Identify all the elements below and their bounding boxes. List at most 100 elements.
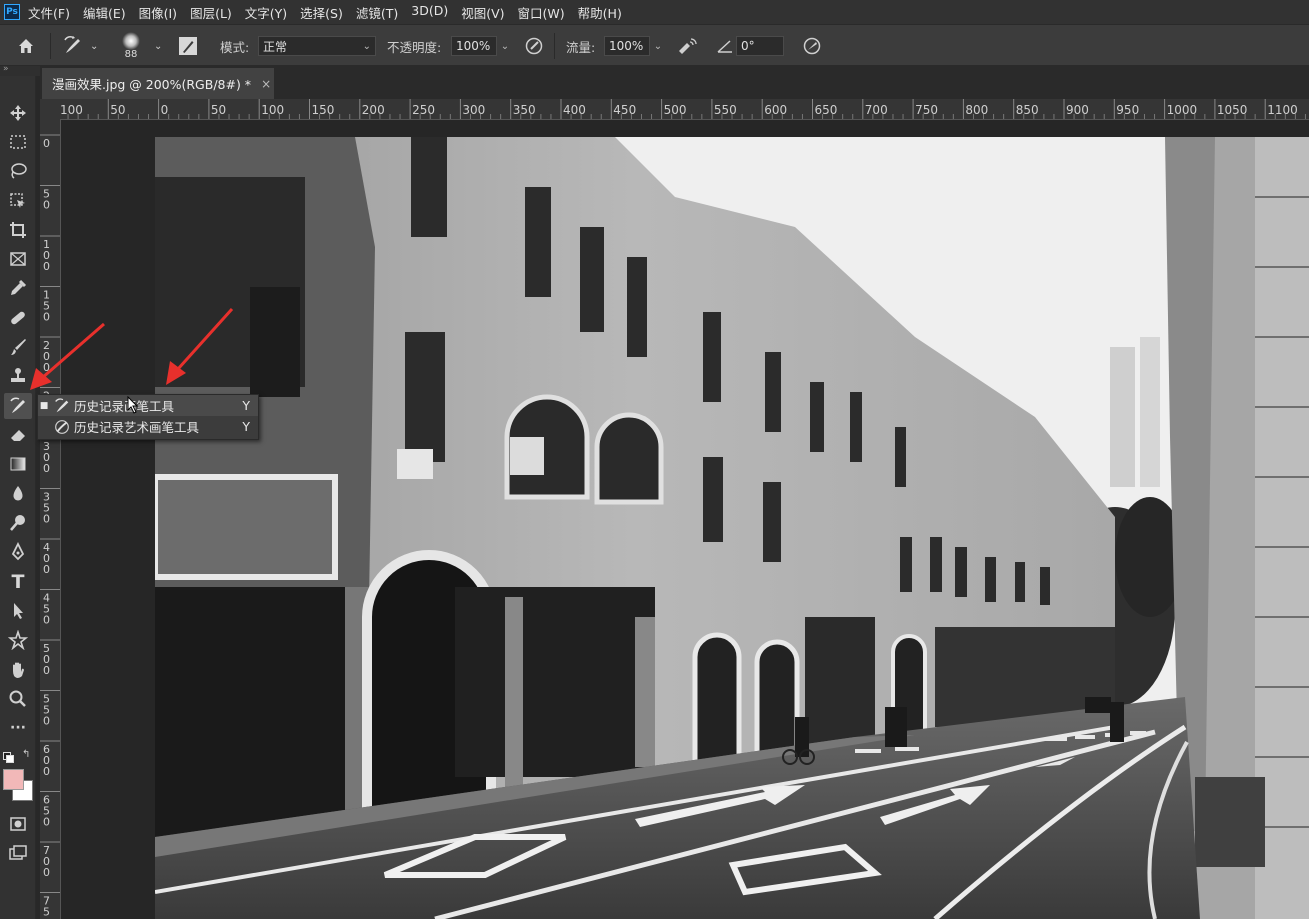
- opacity-label: 不透明度:: [387, 39, 442, 55]
- ruler-label: 800: [965, 103, 988, 117]
- zoom-tool[interactable]: [4, 686, 32, 712]
- ruler-label: 600: [764, 103, 787, 117]
- default-colors-icon[interactable]: [3, 752, 14, 763]
- ruler-label: 750: [915, 103, 938, 117]
- zoom-icon: [9, 690, 26, 707]
- close-icon[interactable]: ×: [261, 77, 271, 91]
- menu-item-9[interactable]: 窗口(W): [518, 3, 565, 22]
- menu-item-6[interactable]: 滤镜(T): [356, 3, 398, 22]
- ruler-vertical: 0501001502002503003504004505005506006507…: [40, 119, 61, 919]
- type-icon: T: [11, 571, 25, 593]
- object-select-icon: [10, 193, 25, 208]
- ruler-label: 50: [110, 103, 125, 117]
- art-history-brush-icon: [55, 419, 69, 434]
- ruler-label: 1050: [1217, 103, 1248, 117]
- move-tool[interactable]: [4, 100, 32, 126]
- airbrush-button[interactable]: [677, 25, 699, 67]
- annotation-arrow-right: [166, 307, 234, 385]
- ruler-horizontal: 100 50 0 50 100 150 200 250 300 350 400 450 500 550 60…: [40, 99, 1309, 120]
- menu-item-8[interactable]: 视图(V): [461, 3, 504, 22]
- brush-settings-button[interactable]: [178, 25, 198, 67]
- object-select-tool[interactable]: [4, 188, 32, 214]
- tool-preset-picker[interactable]: ⌄: [62, 25, 98, 67]
- eraser-tool[interactable]: [4, 422, 32, 448]
- chevron-down-icon: ⌄: [154, 40, 163, 52]
- crop-tool[interactable]: [4, 217, 32, 243]
- gradient-tool[interactable]: [4, 451, 32, 477]
- screen-mode-button[interactable]: [4, 840, 32, 866]
- ruler-label: 700: [43, 844, 50, 879]
- shape-tool[interactable]: [4, 627, 32, 653]
- history-brush-tool[interactable]: [4, 393, 32, 419]
- size-pressure-button[interactable]: [802, 25, 822, 67]
- opacity-pressure-button[interactable]: [524, 25, 544, 67]
- mode-label: 模式:: [220, 39, 250, 55]
- flyout-item-art-history-brush[interactable]: 历史记录艺术画笔工具 Y: [38, 416, 258, 437]
- foreground-color-swatch[interactable]: [3, 769, 24, 790]
- canvas-area[interactable]: [61, 120, 1309, 919]
- quick-mask-button[interactable]: [4, 811, 32, 837]
- annotation-arrow-left: [30, 322, 105, 390]
- selected-bullet-icon: ■: [39, 400, 49, 411]
- brush-preset-dropdown[interactable]: ⌄: [154, 25, 162, 67]
- hand-tool[interactable]: [4, 657, 32, 683]
- blur-tool[interactable]: [4, 481, 32, 507]
- dodge-tool[interactable]: [4, 510, 32, 536]
- opacity-value: 100%: [456, 39, 491, 53]
- flyout-item-label: 历史记录画笔工具: [74, 399, 175, 414]
- frame-tool[interactable]: [4, 246, 32, 272]
- path-select-tool[interactable]: [4, 598, 32, 624]
- lasso-tool[interactable]: [4, 158, 32, 184]
- menu-item-5[interactable]: 选择(S): [300, 3, 343, 22]
- flyout-item-history-brush[interactable]: ■ 历史记录画笔工具 Y: [38, 395, 258, 416]
- ruler-label: 0: [43, 137, 50, 150]
- ruler-label: 300: [43, 440, 50, 475]
- menu-item-4[interactable]: 文字(Y): [245, 3, 287, 22]
- ruler-label: 850: [1016, 103, 1039, 117]
- pen-tool[interactable]: [4, 539, 32, 565]
- history-brush-icon: [55, 397, 69, 412]
- move-icon: [10, 105, 26, 121]
- eyedropper-icon: [11, 279, 27, 295]
- opacity-dropdown[interactable]: ⌄: [497, 36, 513, 56]
- history-brush-icon: [10, 397, 25, 413]
- menu-item-10[interactable]: 帮助(H): [578, 3, 622, 22]
- flow-dropdown[interactable]: ⌄: [650, 36, 666, 56]
- document-image[interactable]: [155, 137, 1309, 919]
- menu-item-7[interactable]: 3D(D): [411, 3, 448, 22]
- home-icon: [19, 39, 33, 53]
- history-brush-flyout: ■ 历史记录画笔工具 Y 历史记录艺术画笔工具 Y: [37, 394, 259, 440]
- flyout-item-shortcut: Y: [242, 398, 250, 413]
- ruler-label: 100: [43, 238, 50, 273]
- brush-preset-picker[interactable]: 88: [122, 25, 140, 67]
- pen-icon: [11, 542, 25, 561]
- eyedropper-tool[interactable]: [4, 275, 32, 301]
- flow-input[interactable]: 100%: [604, 36, 650, 56]
- ruler-label: 150: [312, 103, 335, 117]
- ruler-label: 50: [211, 103, 226, 117]
- mode-select[interactable]: 正常 ⌄: [258, 36, 376, 56]
- crop-icon: [10, 222, 26, 238]
- collapse-toggle[interactable]: »: [3, 64, 9, 74]
- opacity-input[interactable]: 100%: [451, 36, 497, 56]
- type-tool[interactable]: T: [4, 569, 32, 595]
- menu-item-3[interactable]: 图层(L): [190, 3, 232, 22]
- angle-input[interactable]: 0°: [736, 36, 784, 56]
- angle-label: [716, 25, 734, 67]
- ruler-corner: [40, 99, 60, 119]
- home-button[interactable]: [16, 25, 36, 67]
- marquee-tool[interactable]: [4, 129, 32, 155]
- more-tools-button[interactable]: ···: [4, 715, 32, 741]
- menu-item-2[interactable]: 图像(I): [139, 3, 177, 22]
- ruler-label: 75: [43, 895, 50, 919]
- document-tab[interactable]: 漫画效果.jpg @ 200%(RGB/8#) * ×: [42, 68, 274, 99]
- shape-icon: [8, 630, 28, 650]
- menu-item-0[interactable]: 文件(F): [28, 3, 70, 22]
- ruler-label: 500: [43, 642, 50, 677]
- ruler-label: 100: [60, 103, 83, 117]
- menu-item-1[interactable]: 编辑(E): [83, 3, 126, 22]
- ruler-label: 350: [43, 491, 50, 526]
- pressure-size-icon: [803, 37, 821, 55]
- swap-colors-icon[interactable]: ↰: [22, 749, 30, 760]
- gradient-icon: [10, 457, 26, 471]
